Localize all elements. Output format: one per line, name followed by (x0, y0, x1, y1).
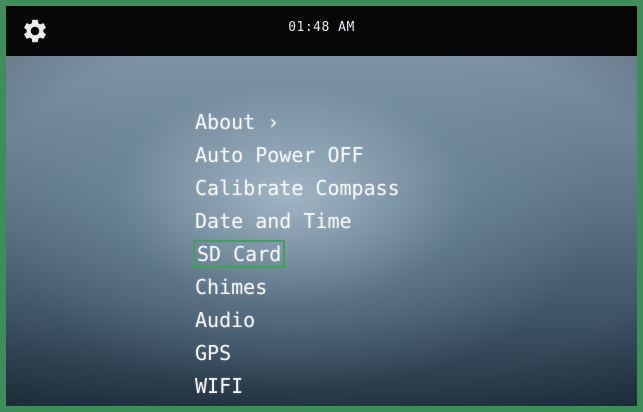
menu-item-gps[interactable]: GPS (191, 337, 404, 370)
menu-item-date-and-time[interactable]: Date and Time (191, 205, 404, 238)
menu-item-sd-card[interactable]: SD Card (191, 238, 404, 271)
menu-item-label: Calibrate Compass (195, 176, 400, 200)
status-bar: 01:48 AM (6, 6, 637, 56)
menu-item-auto-power-off[interactable]: Auto Power OFF (191, 139, 404, 172)
menu-item-label: Date and Time (195, 209, 352, 233)
menu-item-label: About › (195, 110, 280, 134)
device-frame: 01:48 AM About › Auto Power OFF Calibrat… (0, 0, 643, 412)
menu-item-label: Auto Power OFF (195, 143, 364, 167)
clock: 01:48 AM (288, 20, 355, 35)
menu-item-audio[interactable]: Audio (191, 304, 404, 337)
menu-item-label: Chimes (195, 275, 268, 299)
menu-item-about[interactable]: About › (191, 106, 404, 139)
menu-item-label: GPS (195, 341, 232, 365)
menu-item-label: Audio (195, 308, 256, 332)
menu-item-label: WIFI (195, 374, 244, 398)
menu-item-calibrate-compass[interactable]: Calibrate Compass (191, 172, 404, 205)
menu-item-wifi[interactable]: WIFI (191, 370, 404, 403)
menu-item-chimes[interactable]: Chimes (191, 271, 404, 304)
menu-item-label: SD Card (192, 240, 286, 268)
settings-screen: About › Auto Power OFF Calibrate Compass… (6, 56, 637, 406)
settings-menu: About › Auto Power OFF Calibrate Compass… (191, 106, 404, 403)
